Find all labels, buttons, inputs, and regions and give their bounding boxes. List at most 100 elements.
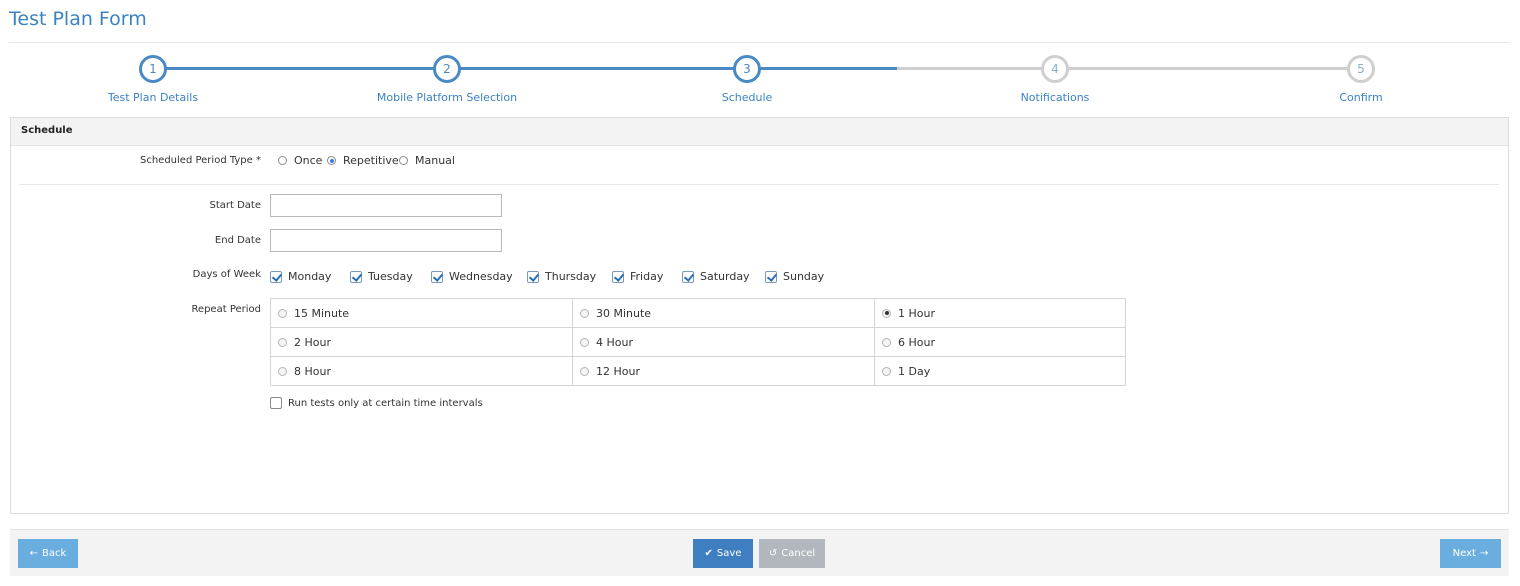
repeat-period-8-hour-radio[interactable]: 8 Hour xyxy=(271,357,573,386)
radio-icon xyxy=(278,156,287,165)
repeat-period-grid: 15 Minute 30 Minute 1 Hour 2 Hour 4 Hour… xyxy=(270,298,1126,386)
next-button[interactable]: Next → xyxy=(1440,539,1501,568)
checkbox-checked-icon xyxy=(765,270,777,283)
option-label: 8 Hour xyxy=(294,365,331,378)
undo-icon: ↺ xyxy=(768,548,778,559)
option-label: Manual xyxy=(415,154,455,167)
radio-icon xyxy=(580,367,589,376)
day-wednesday-checkbox[interactable]: Wednesday xyxy=(431,270,513,283)
option-label: 30 Minute xyxy=(596,306,652,320)
start-date-input[interactable] xyxy=(270,194,502,217)
wizard-progress: 1 Test Plan Details 2 Mobile Platform Se… xyxy=(0,50,1520,110)
radio-icon xyxy=(278,337,287,347)
checkbox-checked-icon xyxy=(682,270,694,283)
day-sunday-checkbox[interactable]: Sunday xyxy=(765,270,824,283)
option-label: 4 Hour xyxy=(596,335,633,349)
check-icon: ✔ xyxy=(704,548,713,559)
checkbox-checked-icon xyxy=(350,270,362,283)
wizard-step-confirm[interactable]: 5 Confirm xyxy=(1261,55,1461,104)
button-label: Cancel xyxy=(781,548,816,559)
checkbox-checked-icon xyxy=(527,270,539,283)
end-date-input[interactable] xyxy=(270,229,502,252)
end-date-label: End Date xyxy=(214,235,261,246)
title-divider xyxy=(9,42,1509,43)
step-label: Schedule xyxy=(721,91,773,104)
wizard-step-test-plan-details[interactable]: 1 Test Plan Details xyxy=(53,55,253,104)
option-label: 1 Hour xyxy=(898,306,935,320)
step-number: 2 xyxy=(433,55,461,83)
radio-icon xyxy=(399,156,408,165)
period-type-label: Scheduled Period Type * xyxy=(140,155,261,166)
checkbox-checked-icon xyxy=(612,270,624,283)
checkbox-checked-icon xyxy=(431,270,443,283)
option-label: Run tests only at certain time intervals xyxy=(288,397,483,409)
cancel-button[interactable]: ↺ Cancel xyxy=(759,539,825,568)
wizard-step-schedule[interactable]: 3 Schedule xyxy=(647,55,847,104)
section-divider xyxy=(19,184,1499,185)
wizard-step-notifications[interactable]: 4 Notifications xyxy=(955,55,1155,104)
repeat-period-2-hour-radio[interactable]: 2 Hour xyxy=(271,328,573,357)
arrow-right-icon: → xyxy=(1479,548,1489,559)
step-number: 1 xyxy=(139,55,167,83)
step-number: 5 xyxy=(1347,55,1375,83)
start-date-label: Start Date xyxy=(209,200,261,211)
step-label: Notifications xyxy=(1020,91,1090,104)
day-friday-checkbox[interactable]: Friday xyxy=(612,270,663,283)
save-button[interactable]: ✔ Save xyxy=(693,539,753,568)
step-number: 4 xyxy=(1041,55,1069,83)
arrow-left-icon: ← xyxy=(29,548,39,559)
radio-icon xyxy=(882,337,891,347)
radio-selected-icon xyxy=(882,308,891,318)
day-label: Friday xyxy=(630,270,664,283)
day-tuesday-checkbox[interactable]: Tuesday xyxy=(350,270,413,283)
day-label: Saturday xyxy=(700,270,750,283)
option-label: 1 Day xyxy=(898,365,931,378)
step-label: Mobile Platform Selection xyxy=(376,91,518,104)
repeat-period-1-hour-radio[interactable]: 1 Hour xyxy=(875,299,1125,328)
panel-title: Schedule xyxy=(11,118,1508,146)
repeat-period-30-minute-radio[interactable]: 30 Minute xyxy=(573,299,875,328)
period-type-repetitive-radio[interactable]: Repetitive xyxy=(327,154,399,167)
day-label: Monday xyxy=(288,270,332,283)
option-label: 6 Hour xyxy=(898,335,935,349)
step-label: Test Plan Details xyxy=(107,91,199,104)
day-monday-checkbox[interactable]: Monday xyxy=(270,270,331,283)
button-label: Back xyxy=(42,548,67,559)
wizard-step-mobile-platform-selection[interactable]: 2 Mobile Platform Selection xyxy=(347,55,547,104)
radio-icon xyxy=(278,367,287,376)
checkbox-checked-icon xyxy=(270,270,282,283)
repeat-period-1-day-radio[interactable]: 1 Day xyxy=(875,357,1125,386)
repeat-period-4-hour-radio[interactable]: 4 Hour xyxy=(573,328,875,357)
step-number: 3 xyxy=(733,55,761,83)
checkbox-icon xyxy=(270,397,282,409)
button-label: Save xyxy=(716,548,742,559)
repeat-period-label: Repeat Period xyxy=(191,304,261,315)
period-type-once-radio[interactable]: Once xyxy=(278,154,322,167)
day-thursday-checkbox[interactable]: Thursday xyxy=(527,270,596,283)
day-label: Thursday xyxy=(545,270,597,283)
option-label: 12 Hour xyxy=(596,365,640,378)
day-label: Wednesday xyxy=(449,270,513,283)
days-of-week-label: Days of Week xyxy=(192,269,261,280)
form-footer: ← Back ✔ Save ↺ Cancel Next → xyxy=(10,529,1509,576)
button-label: Next xyxy=(1452,548,1476,559)
period-type-manual-radio[interactable]: Manual xyxy=(399,154,455,167)
repeat-period-12-hour-radio[interactable]: 12 Hour xyxy=(573,357,875,386)
option-label: 2 Hour xyxy=(294,335,331,349)
day-label: Sunday xyxy=(783,270,825,283)
option-label: Once xyxy=(294,154,323,167)
step-label: Confirm xyxy=(1339,91,1383,104)
radio-icon xyxy=(278,308,287,318)
day-saturday-checkbox[interactable]: Saturday xyxy=(682,270,750,283)
time-interval-checkbox[interactable]: Run tests only at certain time intervals xyxy=(270,397,483,409)
page-title: Test Plan Form xyxy=(9,8,147,30)
radio-icon xyxy=(882,367,891,376)
day-label: Tuesday xyxy=(368,270,413,283)
radio-icon xyxy=(580,337,589,347)
repeat-period-15-minute-radio[interactable]: 15 Minute xyxy=(271,299,573,328)
schedule-panel: Schedule Scheduled Period Type * Once Re… xyxy=(10,117,1509,514)
back-button[interactable]: ← Back xyxy=(18,539,78,568)
repeat-period-6-hour-radio[interactable]: 6 Hour xyxy=(875,328,1125,357)
option-label: 15 Minute xyxy=(294,306,350,320)
option-label: Repetitive xyxy=(343,154,399,167)
